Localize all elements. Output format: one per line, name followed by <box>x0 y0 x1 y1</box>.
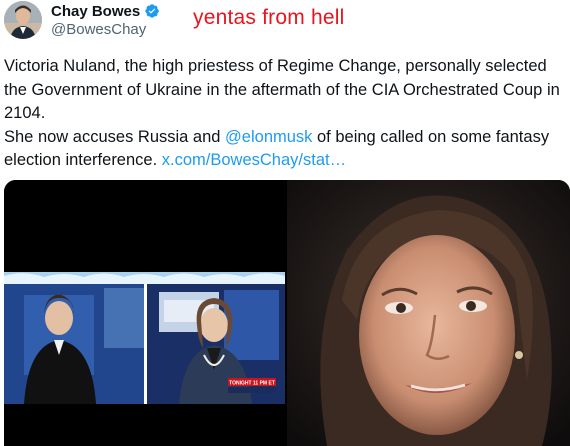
tweet-link[interactable]: x.com/BowesChay/stat… <box>162 151 346 169</box>
avatar-photo-icon <box>4 1 42 39</box>
media-video-still[interactable]: TONIGHT 11 PM ET <box>4 180 285 446</box>
video-banner-text: TONIGHT 11 PM ET <box>229 381 275 387</box>
tweet-text: Victoria Nuland, the high priestess of R… <box>4 55 564 173</box>
tweet-paragraph: She now accuses Russia and @elonmusk of … <box>4 126 564 173</box>
author-handle[interactable]: @BowesChay <box>51 21 146 38</box>
media-grid: TONIGHT 11 PM ET <box>4 180 570 446</box>
avatar[interactable] <box>4 1 42 39</box>
verified-badge-icon <box>144 3 160 19</box>
tweet-header: Chay Bowes @BowesChay yentas from hell <box>0 0 570 46</box>
media-image[interactable] <box>287 180 570 446</box>
tweet-paragraph: Victoria Nuland, the high priestess of R… <box>4 57 560 122</box>
author-display-name[interactable]: Chay Bowes <box>51 3 140 20</box>
mention-link[interactable]: @elonmusk <box>225 128 312 146</box>
overlay-annotation: yentas from hell <box>193 6 345 29</box>
tweet-text-segment: She now accuses Russia and <box>4 127 226 146</box>
